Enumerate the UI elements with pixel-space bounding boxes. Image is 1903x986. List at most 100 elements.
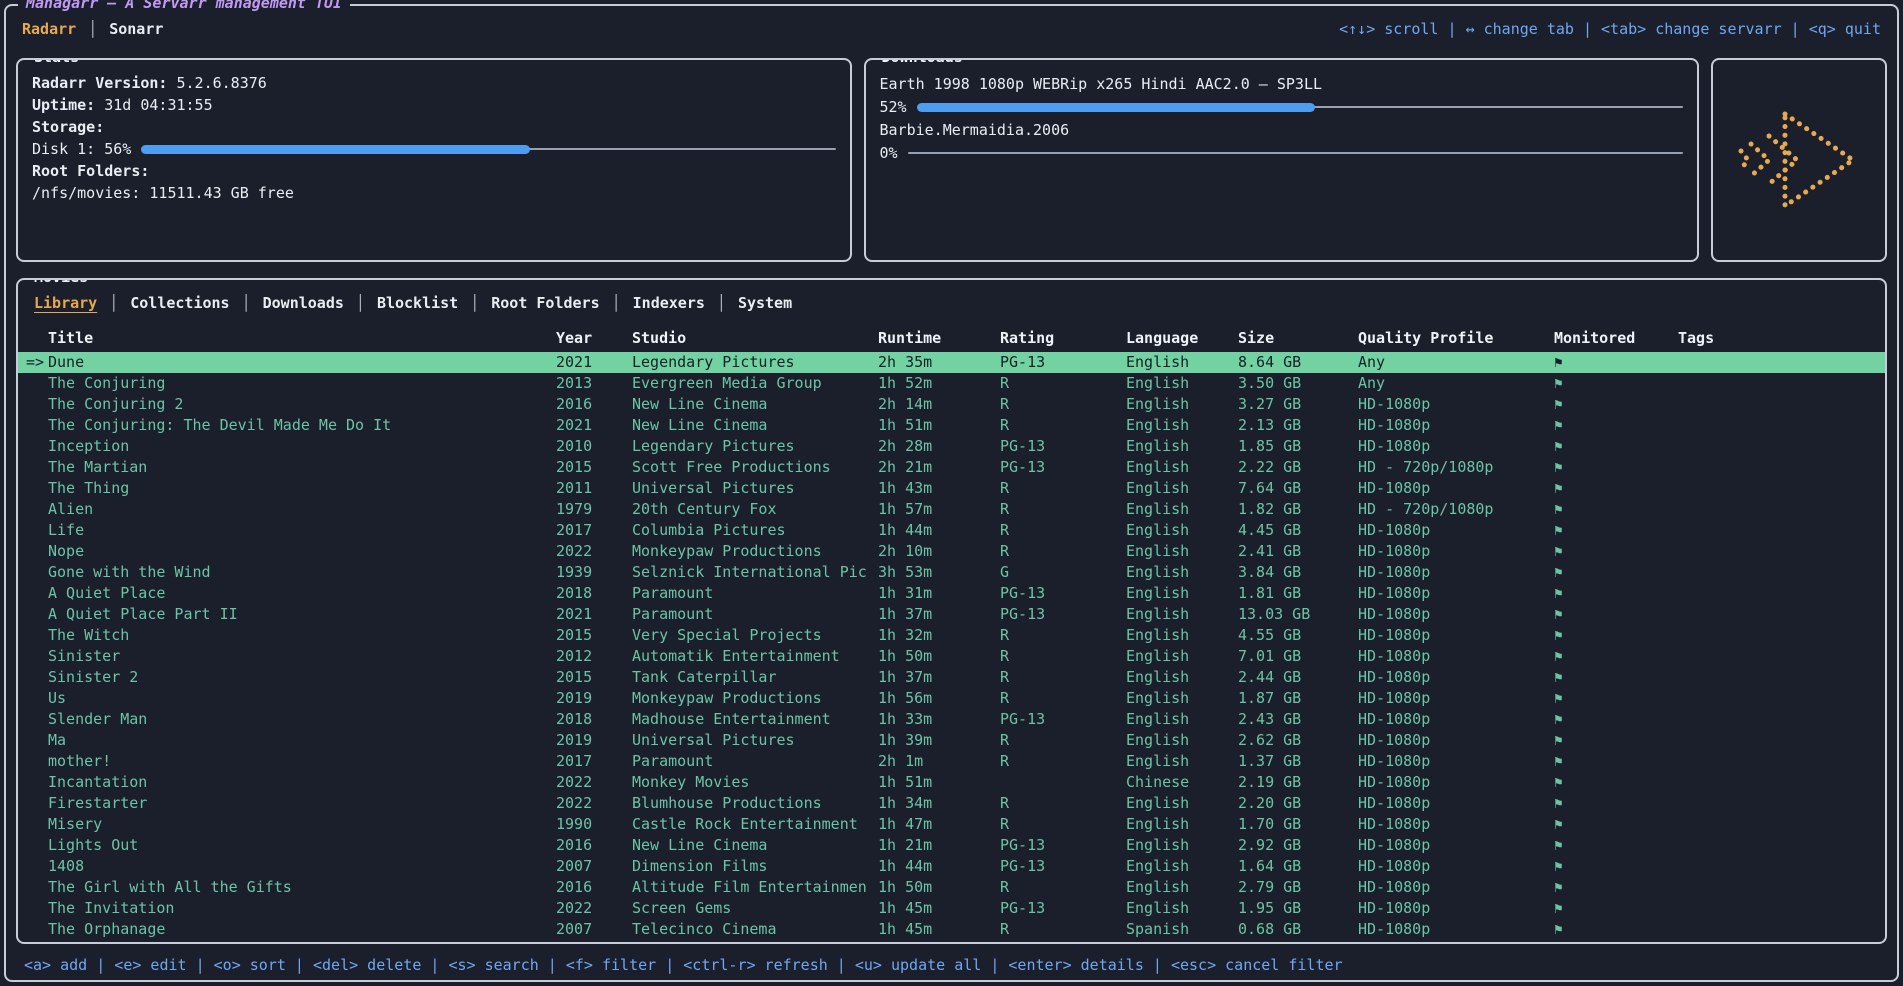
table-row[interactable]: Sinister 22015Tank Caterpillar1h 37mREng… bbox=[18, 667, 1885, 688]
table-row[interactable]: Slender Man2018Madhouse Entertainment1h … bbox=[18, 709, 1885, 730]
keybind-hint: <tab> change servarr bbox=[1601, 20, 1782, 38]
cell-monitored: ⚑ bbox=[1554, 436, 1678, 458]
cell-year: 2022 bbox=[556, 898, 632, 919]
keybind-hint: <f> filter bbox=[566, 956, 656, 974]
table-row[interactable]: The Conjuring 22016New Line Cinema2h 14m… bbox=[18, 394, 1885, 415]
tab-indexers[interactable]: Indexers bbox=[633, 294, 705, 312]
cell-size: 7.01 GB bbox=[1238, 646, 1358, 667]
cell-studio: Monkeypaw Productions bbox=[632, 688, 878, 709]
keybind-hint: <a> add bbox=[24, 956, 87, 974]
cell-runtime: 2h 10m bbox=[878, 541, 1000, 562]
cell-title: Life bbox=[48, 520, 556, 541]
table-row[interactable]: Us2019Monkeypaw Productions1h 56mREnglis… bbox=[18, 688, 1885, 709]
hint-separator: | bbox=[1574, 20, 1601, 38]
table-row[interactable]: The Conjuring2013Evergreen Media Group1h… bbox=[18, 373, 1885, 394]
cell-year: 2007 bbox=[556, 856, 632, 877]
cell-size: 2.92 GB bbox=[1238, 835, 1358, 856]
cell-monitored: ⚑ bbox=[1554, 562, 1678, 584]
monitored-tag-icon: ⚑ bbox=[1554, 544, 1562, 560]
table-row[interactable]: Nope2022Monkeypaw Productions2h 10mREngl… bbox=[18, 541, 1885, 562]
tab-separator-icon: │ bbox=[717, 294, 726, 312]
keybind-key: ↔ bbox=[1466, 20, 1475, 38]
cell-monitored: ⚑ bbox=[1554, 457, 1678, 479]
cell-quality_profile: HD-1080p bbox=[1358, 625, 1554, 646]
table-row[interactable]: The Witch2015Very Special Projects1h 32m… bbox=[18, 625, 1885, 646]
hint-separator: | bbox=[1438, 20, 1465, 38]
cell-rating: PG-13 bbox=[1000, 583, 1126, 604]
cell-year: 2018 bbox=[556, 709, 632, 730]
keybind-hint: <esc> cancel filter bbox=[1171, 956, 1343, 974]
table-row[interactable]: 14082007Dimension Films1h 44mPG-13Englis… bbox=[18, 856, 1885, 877]
cell-quality_profile: HD-1080p bbox=[1358, 709, 1554, 730]
table-row[interactable]: Incantation2022Monkey Movies1h 51mChines… bbox=[18, 772, 1885, 793]
column-header: Title bbox=[48, 328, 556, 349]
table-row[interactable]: Lights Out2016New Line Cinema1h 21mPG-13… bbox=[18, 835, 1885, 856]
column-header: Studio bbox=[632, 328, 878, 349]
table-row[interactable]: Sinister2012Automatik Entertainment1h 50… bbox=[18, 646, 1885, 667]
cell-monitored: ⚑ bbox=[1554, 856, 1678, 878]
table-row[interactable]: Firestarter2022Blumhouse Productions1h 3… bbox=[18, 793, 1885, 814]
cell-size: 1.95 GB bbox=[1238, 898, 1358, 919]
cell-title: The Conjuring: The Devil Made Me Do It bbox=[48, 415, 556, 436]
download-progress-row: 0% bbox=[880, 142, 1684, 164]
keybind-key: <ctrl-r> bbox=[683, 956, 755, 974]
tab-root-folders[interactable]: Root Folders bbox=[491, 294, 599, 312]
cell-rating: PG-13 bbox=[1000, 856, 1126, 877]
cell-rating: R bbox=[1000, 394, 1126, 415]
cell-rating: R bbox=[1000, 520, 1126, 541]
uptime-line: Uptime: 31d 04:31:55 bbox=[32, 94, 836, 116]
cell-size: 1.82 GB bbox=[1238, 499, 1358, 520]
servarr-tab-sonarr[interactable]: Sonarr bbox=[109, 20, 163, 38]
table-row[interactable]: The Martian2015Scott Free Productions2h … bbox=[18, 457, 1885, 478]
table-row[interactable]: Life2017Columbia Pictures1h 44mREnglish4… bbox=[18, 520, 1885, 541]
cell-year: 2015 bbox=[556, 667, 632, 688]
cell-title: The Thing bbox=[48, 478, 556, 499]
monitored-tag-icon: ⚑ bbox=[1554, 628, 1562, 644]
table-row[interactable]: Misery1990Castle Rock Entertainment1h 47… bbox=[18, 814, 1885, 835]
servarr-tab-radarr[interactable]: Radarr bbox=[22, 20, 76, 38]
column-header: Monitored bbox=[1554, 328, 1678, 349]
cell-language: English bbox=[1126, 814, 1238, 835]
tab-collections[interactable]: Collections bbox=[130, 294, 229, 312]
cell-year: 2021 bbox=[556, 352, 632, 373]
cell-title: A Quiet Place bbox=[48, 583, 556, 604]
cell-language: English bbox=[1126, 751, 1238, 772]
cell-runtime: 2h 21m bbox=[878, 457, 1000, 478]
table-row[interactable]: Alien197920th Century Fox1h 57mREnglish1… bbox=[18, 499, 1885, 520]
table-row[interactable]: Gone with the Wind1939Selznick Internati… bbox=[18, 562, 1885, 583]
stats-panel: Stats Radarr Version: 5.2.6.8376 Uptime:… bbox=[16, 58, 852, 262]
table-row[interactable]: The Girl with All the Gifts2016Altitude … bbox=[18, 877, 1885, 898]
tab-downloads[interactable]: Downloads bbox=[263, 294, 344, 312]
cell-studio: New Line Cinema bbox=[632, 835, 878, 856]
tab-system[interactable]: System bbox=[738, 294, 792, 312]
stats-panel-title: Stats bbox=[28, 58, 85, 66]
tab-blocklist[interactable]: Blocklist bbox=[377, 294, 458, 312]
tab-library[interactable]: Library bbox=[34, 294, 97, 312]
download-percent: 0% bbox=[880, 142, 898, 164]
cell-rating: PG-13 bbox=[1000, 709, 1126, 730]
table-row[interactable]: The Thing2011Universal Pictures1h 43mREn… bbox=[18, 478, 1885, 499]
table-row[interactable]: The Orphanage2007Telecinco Cinema1h 45mR… bbox=[18, 919, 1885, 938]
cell-year: 2012 bbox=[556, 646, 632, 667]
column-header: Year bbox=[556, 328, 632, 349]
cell-title: Alien bbox=[48, 499, 556, 520]
cell-monitored: ⚑ bbox=[1554, 478, 1678, 500]
table-row[interactable]: The Invitation2022Screen Gems1h 45mPG-13… bbox=[18, 898, 1885, 919]
table-row[interactable]: =>Dune2021Legendary Pictures2h 35mPG-13E… bbox=[18, 352, 1885, 373]
monitored-tag-icon: ⚑ bbox=[1554, 481, 1562, 497]
cell-rating: PG-13 bbox=[1000, 898, 1126, 919]
table-row[interactable]: Inception2010Legendary Pictures2h 28mPG-… bbox=[18, 436, 1885, 457]
table-row[interactable]: A Quiet Place2018Paramount1h 31mPG-13Eng… bbox=[18, 583, 1885, 604]
table-row[interactable]: The Conjuring: The Devil Made Me Do It20… bbox=[18, 415, 1885, 436]
keybind-hint: <u> update all bbox=[855, 956, 981, 974]
keybind-hint: <q> quit bbox=[1809, 20, 1881, 38]
cell-quality_profile: HD-1080p bbox=[1358, 415, 1554, 436]
cell-studio: New Line Cinema bbox=[632, 394, 878, 415]
cell-runtime: 1h 44m bbox=[878, 856, 1000, 877]
cell-title: Firestarter bbox=[48, 793, 556, 814]
table-row[interactable]: A Quiet Place Part II2021Paramount1h 37m… bbox=[18, 604, 1885, 625]
table-row[interactable]: Ma2019Universal Pictures1h 39mREnglish2.… bbox=[18, 730, 1885, 751]
table-row[interactable]: mother!2017Paramount2h 1mREnglish1.37 GB… bbox=[18, 751, 1885, 772]
hint-separator: | bbox=[981, 956, 1008, 974]
cell-title: 1408 bbox=[48, 856, 556, 877]
